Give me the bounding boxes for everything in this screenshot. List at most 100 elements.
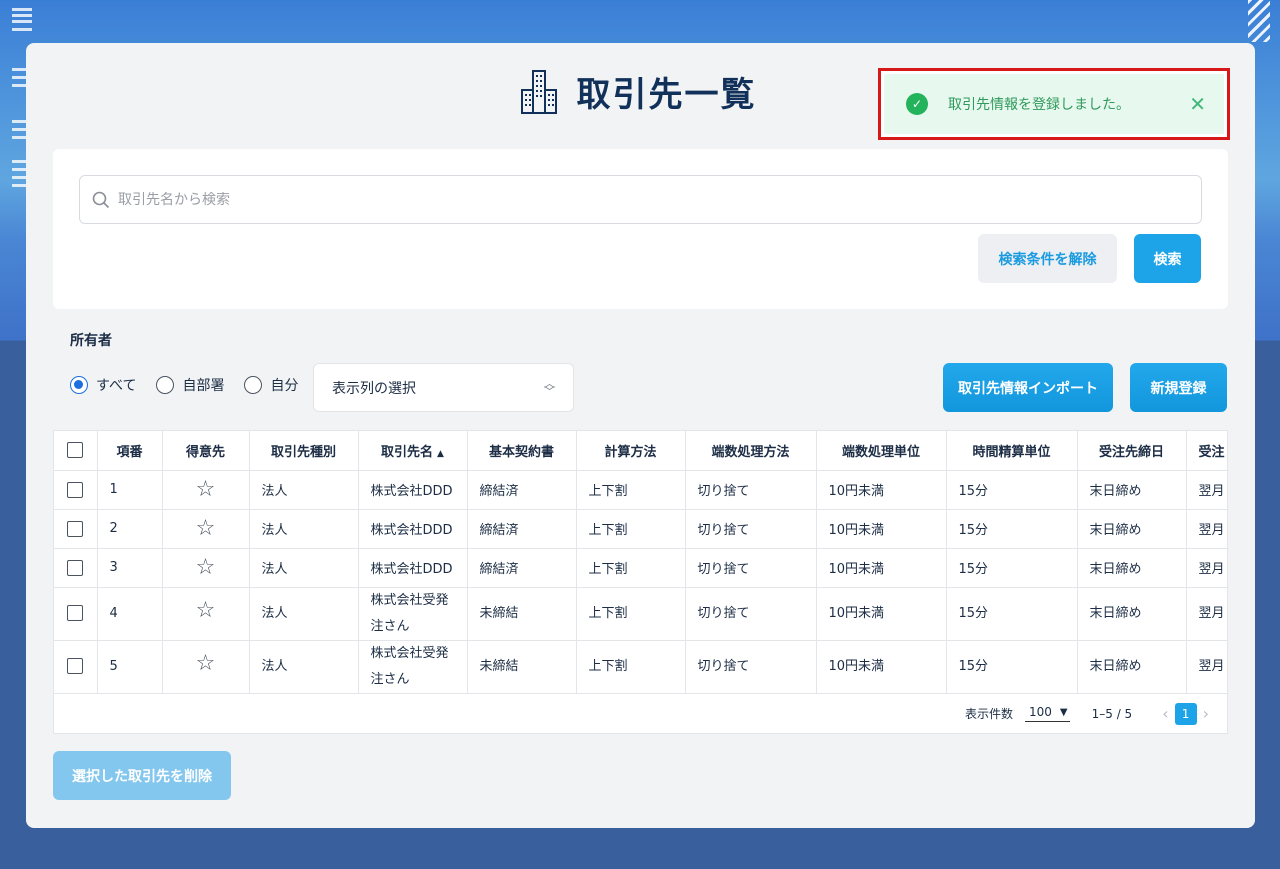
cell-no: 2 (97, 509, 163, 549)
cell-rounding: 切り捨て (685, 640, 817, 694)
cell-contract: 締結済 (467, 470, 577, 510)
per-page-value: 100 (1029, 705, 1052, 719)
column-header[interactable]: 項番 (97, 431, 163, 471)
import-button[interactable]: 取引先情報インポート (943, 363, 1113, 412)
column-header[interactable]: 端数処理方法 (685, 431, 817, 471)
column-header[interactable]: 受注 (1186, 431, 1227, 471)
star-outline-icon[interactable]: ☆ (196, 478, 216, 501)
star-outline-icon[interactable]: ☆ (196, 653, 216, 675)
cell-type: 法人 (249, 509, 359, 549)
search-button[interactable]: 検索 (1134, 234, 1201, 283)
column-header[interactable]: 時間精算単位 (946, 431, 1078, 471)
row-select-cell (54, 470, 98, 510)
row-select-cell (54, 640, 98, 694)
cell-calc: 上下割 (576, 548, 686, 588)
cell-type: 法人 (249, 548, 359, 588)
cell-calc: 上下割 (576, 509, 686, 549)
search-icon (92, 191, 110, 208)
cell-closing: 末日締め (1077, 548, 1187, 588)
owner-label: 所有者 (70, 333, 112, 349)
page-title: 取引先一覧 (576, 75, 757, 115)
cell-name[interactable]: 株式会社受発注さん (358, 587, 468, 641)
favorite-cell: ☆ (162, 587, 250, 641)
column-header[interactable]: 基本契約書 (467, 431, 577, 471)
favorite-cell: ☆ (162, 470, 250, 510)
new-register-button[interactable]: 新規登録 (1130, 363, 1227, 412)
cell-contract: 未締結 (467, 587, 577, 641)
cell-contract: 締結済 (467, 548, 577, 588)
office-building-icon (520, 69, 557, 114)
favorite-cell: ☆ (162, 509, 250, 549)
search-field (79, 175, 1202, 224)
cell-rounding: 切り捨て (685, 548, 817, 588)
star-outline-icon[interactable]: ☆ (196, 556, 216, 579)
main-card: 取引先一覧 ✓ 取引先情報を登録しました。 ✕ 検索条件を解除 検索 所有者 す… (26, 43, 1255, 828)
table-row[interactable]: 3 ☆ 法人 株式会社DDD 締結済 上下割 切り捨て 10円未満 15分 末日… (54, 548, 1227, 588)
pagination: 表示件数 100 ▼ 1–5 / 5 ‹ 1 › (54, 693, 1227, 733)
cell-next: 翌月 (1186, 587, 1227, 641)
cell-closing: 末日締め (1077, 470, 1187, 510)
column-header[interactable]: 計算方法 (576, 431, 686, 471)
row-checkbox[interactable] (67, 520, 84, 537)
cell-closing: 末日締め (1077, 640, 1187, 694)
toast-message: 取引先情報を登録しました。 (948, 97, 1130, 113)
select-all-cell (54, 431, 98, 471)
radio-selected-icon[interactable] (70, 376, 88, 394)
column-header[interactable]: 得意先 (162, 431, 250, 471)
cell-unit: 10円未満 (816, 640, 947, 694)
column-header[interactable]: 端数処理単位 (816, 431, 947, 471)
clients-table-panel: 項番 得意先 取引先種別 取引先名 ▲ 基本契約書 計算方法 端数処理方法 端数処… (53, 430, 1228, 734)
page-button-current[interactable]: 1 (1174, 702, 1197, 725)
table-row[interactable]: 1 ☆ 法人 株式会社DDD 締結済 上下割 切り捨て 10円未満 15分 末日… (54, 470, 1227, 510)
table-header-row: 項番 得意先 取引先種別 取引先名 ▲ 基本契約書 計算方法 端数処理方法 端数処… (54, 431, 1227, 471)
search-input[interactable] (118, 191, 1201, 208)
column-header[interactable]: 取引先種別 (249, 431, 359, 471)
cell-name[interactable]: 株式会社DDD (358, 470, 468, 510)
cell-time-unit: 15分 (946, 640, 1078, 694)
column-header[interactable]: 受注先締日 (1077, 431, 1187, 471)
radio-unselected-icon[interactable] (244, 376, 263, 394)
star-outline-icon[interactable]: ☆ (196, 600, 216, 622)
row-select-cell (54, 548, 98, 588)
cell-calc: 上下割 (576, 587, 686, 641)
delete-selected-button[interactable]: 選択した取引先を削除 (53, 751, 231, 800)
updown-chevron-icon: ︿ ﹀ (544, 376, 555, 398)
row-checkbox[interactable] (67, 559, 84, 576)
search-panel: 検索条件を解除 検索 (53, 149, 1228, 309)
close-icon[interactable]: ✕ (1189, 94, 1206, 114)
row-checkbox[interactable] (67, 658, 84, 674)
row-select-cell (54, 509, 98, 549)
per-page-label: 表示件数 (964, 707, 1013, 721)
check-circle-icon: ✓ (906, 93, 928, 115)
row-checkbox[interactable] (67, 481, 84, 498)
cell-next: 翌月 (1186, 640, 1227, 694)
cell-calc: 上下割 (576, 470, 686, 510)
owner-radio-group: すべて 自部署 自分 (70, 375, 318, 395)
star-outline-icon[interactable]: ☆ (196, 517, 216, 540)
cell-no: 3 (97, 548, 163, 588)
table-row[interactable]: 4 ☆ 法人 株式会社受発注さん 未締結 上下割 切り捨て 10円未満 15分 … (54, 587, 1227, 641)
owner-radio-self[interactable]: 自分 (244, 375, 298, 395)
owner-radio-department[interactable]: 自部署 (156, 375, 224, 395)
chevron-left-icon[interactable]: ‹ (1162, 704, 1168, 723)
cell-name[interactable]: 株式会社DDD (358, 548, 468, 588)
table-row[interactable]: 5 ☆ 法人 株式会社受発注さん 未締結 上下割 切り捨て 10円未満 15分 … (54, 640, 1227, 694)
select-all-checkbox[interactable] (67, 442, 84, 459)
row-checkbox[interactable] (67, 605, 84, 621)
per-page-select[interactable]: 100 ▼ (1025, 705, 1070, 722)
cell-name[interactable]: 株式会社受発注さん (358, 640, 468, 694)
column-header-sorted[interactable]: 取引先名 ▲ (358, 431, 468, 471)
table-row[interactable]: 2 ☆ 法人 株式会社DDD 締結済 上下割 切り捨て 10円未満 15分 末日… (54, 509, 1227, 549)
clear-search-button[interactable]: 検索条件を解除 (978, 234, 1117, 283)
cell-closing: 末日締め (1077, 587, 1187, 641)
range-text: 1–5 / 5 (1091, 706, 1133, 721)
sort-ascending-icon: ▲ (437, 448, 444, 459)
radio-unselected-icon[interactable] (156, 376, 175, 394)
clients-table: 項番 得意先 取引先種別 取引先名 ▲ 基本契約書 計算方法 端数処理方法 端数処… (54, 431, 1227, 694)
cell-next: 翌月 (1186, 470, 1227, 510)
cell-name[interactable]: 株式会社DDD (358, 509, 468, 549)
chevron-right-icon[interactable]: › (1203, 704, 1209, 723)
column-select[interactable]: 表示列の選択 ︿ ﹀ (313, 363, 574, 412)
caret-down-icon: ▼ (1059, 706, 1068, 718)
owner-radio-all[interactable]: すべて (70, 375, 136, 395)
